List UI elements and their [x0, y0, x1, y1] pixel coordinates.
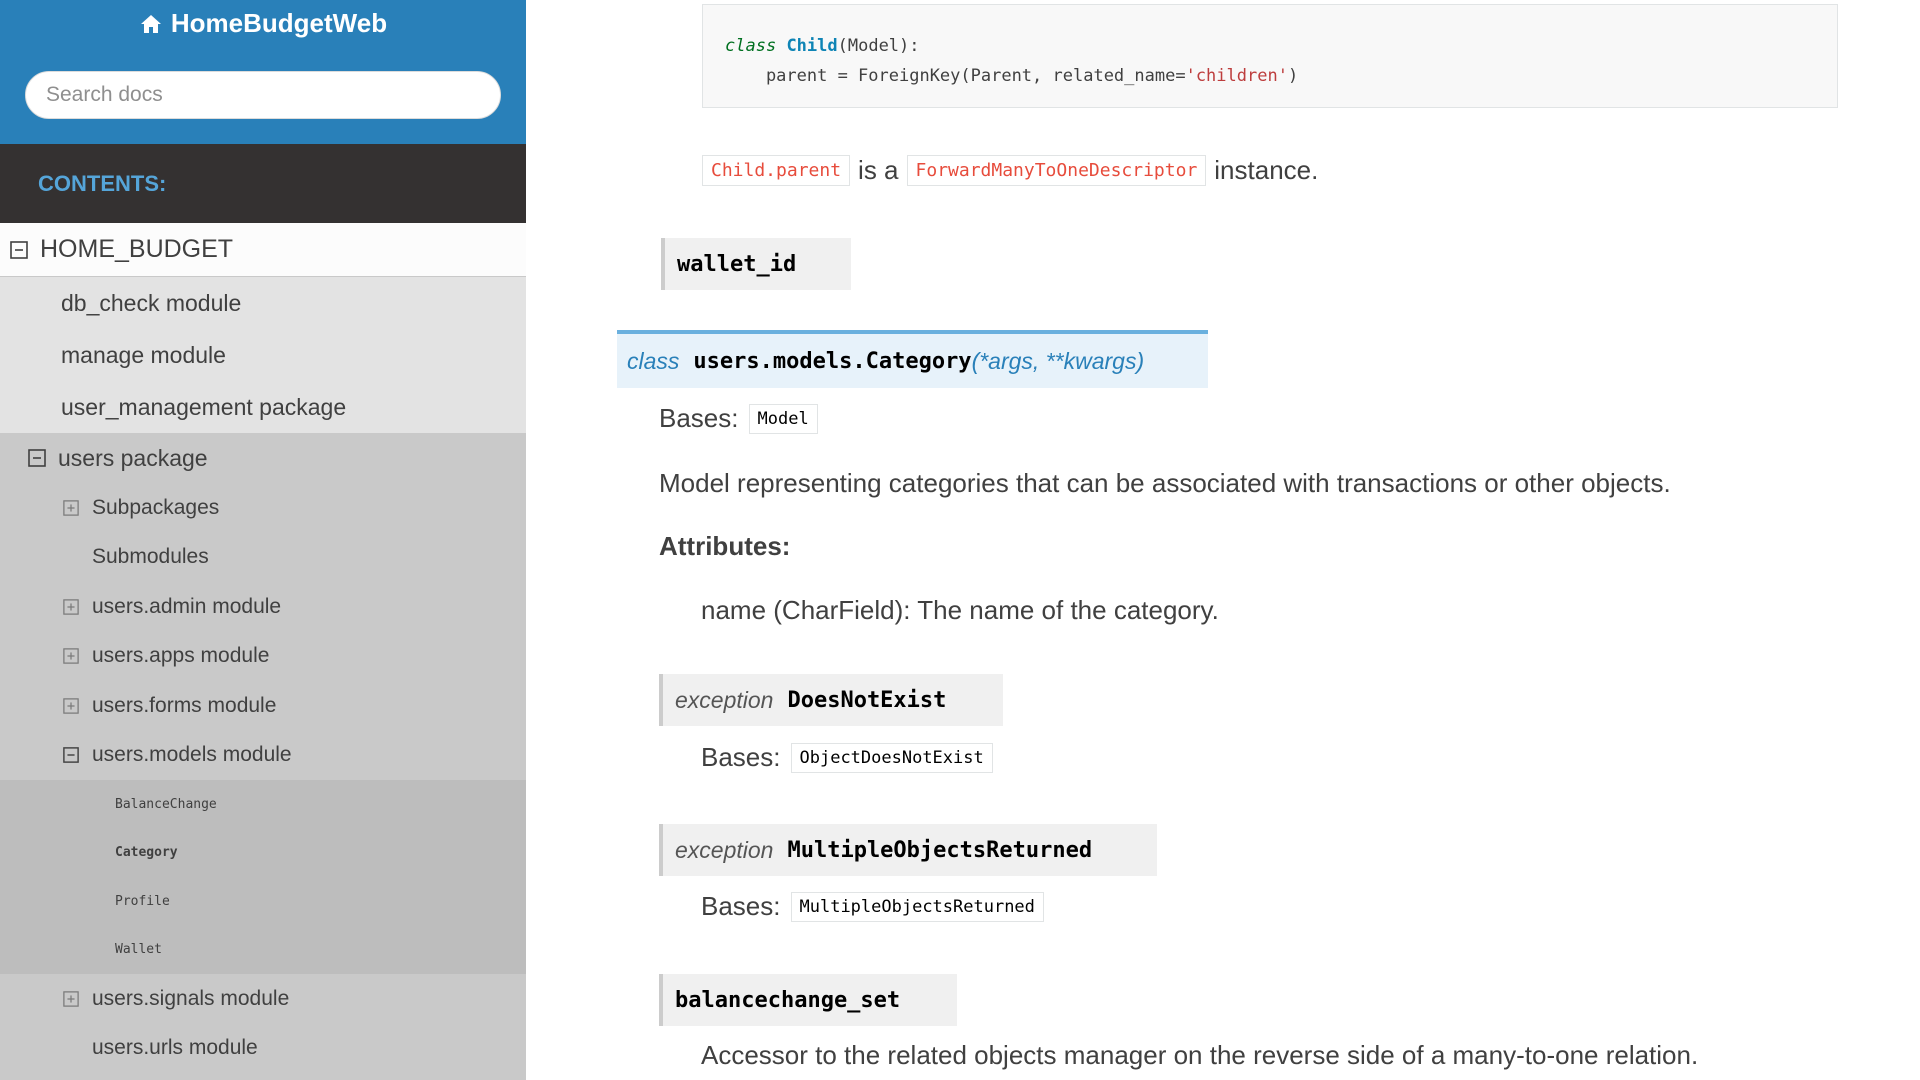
home-icon: [140, 14, 161, 33]
exception-name: MultipleObjectsReturned: [787, 837, 1093, 863]
descriptor-sentence: Child.parent is a ForwardManyToOneDescri…: [702, 155, 1318, 186]
attr-name: balancechange_set: [675, 987, 901, 1013]
base-multiple-objects-returned[interactable]: MultipleObjectsReturned: [790, 891, 1044, 922]
plus-square-icon[interactable]: [62, 647, 80, 665]
text-is-a: is a: [858, 155, 899, 185]
search-input[interactable]: [25, 71, 501, 119]
toc-item-users-package[interactable]: users package: [0, 433, 526, 483]
toc-label: users.signals module: [92, 986, 290, 1010]
exc1-bases: Bases: ObjectDoesNotExist: [701, 742, 993, 773]
toc-item-users-urls[interactable]: users.urls module: [0, 1023, 526, 1073]
class-keyword: class: [627, 347, 680, 374]
minus-square-icon[interactable]: [62, 746, 80, 764]
attr-name: wallet_id: [677, 251, 797, 277]
code-string: 'children': [1185, 66, 1288, 86]
code-line2-end: ): [1287, 66, 1299, 86]
toc-label: Profile: [115, 893, 170, 909]
toc-label: users.models module: [92, 743, 292, 767]
toc-label: users.urls module: [92, 1036, 258, 1060]
text-instance: instance.: [1214, 155, 1319, 185]
toc-label: Submodules: [92, 545, 209, 569]
sidebar-header: HomeBudgetWeb: [0, 0, 526, 144]
toc-label: Category: [115, 845, 178, 861]
toc-label: users.apps module: [92, 644, 270, 668]
attr-balancechange-set[interactable]: balancechange_set: [659, 974, 957, 1026]
toc-label: Subpackages: [92, 495, 220, 519]
toc-label: db_check module: [61, 289, 242, 316]
exception-keyword: exception: [675, 836, 774, 863]
toc-label: users.forms module: [92, 693, 277, 717]
toc-item-users-models[interactable]: users.models module: [0, 730, 526, 780]
exception-name: DoesNotExist: [787, 687, 947, 713]
plus-square-icon[interactable]: [62, 990, 80, 1008]
contents-label: CONTENTS:: [38, 170, 167, 196]
plus-square-icon[interactable]: [62, 499, 80, 517]
toc-item-users-apps[interactable]: users.apps module: [0, 631, 526, 681]
exception-keyword: exception: [675, 686, 774, 713]
minus-square-icon[interactable]: [10, 240, 28, 259]
toc-label: BalanceChange: [115, 796, 217, 812]
category-description: Model representing categories that can b…: [659, 468, 1671, 498]
toc-item-users-signals[interactable]: users.signals module: [0, 974, 526, 1024]
base-model[interactable]: Model: [748, 403, 818, 434]
bases-label: Bases:: [701, 742, 781, 772]
toc-label: users.admin module: [92, 594, 282, 618]
document-body: class Child(Model): parent = ForeignKey(…: [526, 0, 1920, 1080]
sidebar: HomeBudgetWeb CONTENTS: HOME_BUDGET db_c…: [0, 0, 526, 1080]
attr-wallet-id[interactable]: wallet_id: [661, 238, 851, 290]
toc-item-users-forms[interactable]: users.forms module: [0, 681, 526, 731]
code-base: (Model):: [837, 36, 920, 56]
base-object-does-not-exist[interactable]: ObjectDoesNotExist: [790, 742, 993, 773]
toc-label: manage module: [61, 341, 226, 368]
attribute-name-text: name (CharField): The name of the catego…: [701, 595, 1219, 625]
brand-link[interactable]: HomeBudgetWeb: [0, 8, 526, 39]
category-bases: Bases: Model: [659, 403, 818, 434]
toc-item-users-admin[interactable]: users.admin module: [0, 582, 526, 632]
contents-caption: CONTENTS:: [0, 144, 526, 223]
toc-item-balancechange[interactable]: BalanceChange: [0, 780, 526, 829]
bases-label: Bases:: [659, 403, 739, 433]
toc-item-db-check[interactable]: db_check module: [0, 277, 526, 329]
class-name: users.models.Category: [693, 348, 972, 374]
code-keyword: class: [725, 36, 777, 56]
toc-item-category[interactable]: Category: [0, 828, 526, 877]
toc-item-home-budget[interactable]: HOME_BUDGET: [0, 223, 526, 277]
exception-multiple-objects-returned[interactable]: exception MultipleObjectsReturned: [659, 824, 1157, 876]
plus-square-icon[interactable]: [62, 697, 80, 715]
toc-label: user_management package: [61, 393, 347, 420]
class-args: (*args, **kwargs): [971, 347, 1145, 374]
plus-square-icon[interactable]: [62, 598, 80, 616]
exception-does-not-exist[interactable]: exception DoesNotExist: [659, 674, 1003, 726]
code-classname: Child: [786, 36, 838, 56]
toc-label: Wallet: [115, 942, 162, 958]
bases-label: Bases:: [701, 891, 781, 921]
code-line2: parent = ForeignKey(Parent, related_name…: [725, 66, 1186, 86]
toc-item-profile[interactable]: Profile: [0, 877, 526, 926]
attributes-heading: Attributes:: [659, 531, 791, 561]
accessor-description: Accessor to the related objects manager …: [701, 1040, 1699, 1070]
minus-square-icon[interactable]: [28, 449, 46, 467]
toc-item-wallet[interactable]: Wallet: [0, 925, 526, 974]
toc-label: users package: [58, 444, 208, 471]
brand-title[interactable]: HomeBudgetWeb: [171, 8, 387, 39]
exc2-bases: Bases: MultipleObjectsReturned: [701, 891, 1044, 922]
code-block: class Child(Model): parent = ForeignKey(…: [702, 4, 1838, 108]
toc-item-manage[interactable]: manage module: [0, 329, 526, 381]
toc-item-submodules[interactable]: Submodules: [0, 532, 526, 582]
toc-label: HOME_BUDGET: [40, 235, 234, 263]
literal-descriptor: ForwardManyToOneDescriptor: [906, 155, 1207, 186]
class-signature-category[interactable]: class users.models.Category (*args, **kw…: [617, 330, 1208, 388]
literal-child-parent: Child.parent: [702, 155, 851, 186]
toc-item-user-management[interactable]: user_management package: [0, 381, 526, 433]
toc-item-subpackages[interactable]: Subpackages: [0, 483, 526, 533]
